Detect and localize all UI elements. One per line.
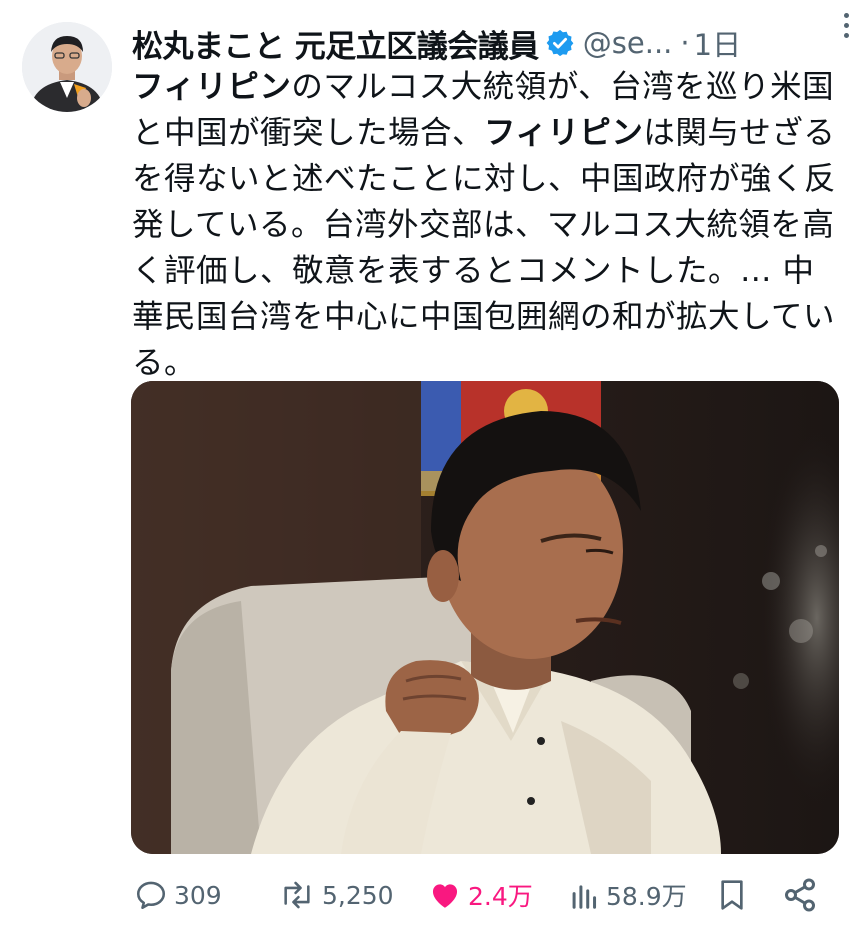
tweet-text-bold: フィリピン [132,69,292,105]
reply-button[interactable]: 309 [134,870,222,920]
avatar[interactable] [22,22,112,112]
tweet-text-bold: フィリピン [484,115,644,151]
share-button[interactable] [782,870,818,920]
views-button[interactable]: 58.9万 [570,870,687,920]
photo-of-man-in-chair [131,381,839,854]
bookmark-icon [716,877,748,913]
tweet[interactable]: 松丸まこと 元足立区議会議員 @se... · 1日 フィリピンのマルコス大統領… [0,0,864,927]
separator-dot: · [680,26,690,60]
display-name[interactable]: 松丸まこと 元足立区議会議員 [132,21,539,66]
share-icon [782,877,818,913]
user-handle[interactable]: @se... [583,26,673,60]
bookmark-button[interactable] [716,870,748,920]
like-button[interactable]: 2.4万 [428,870,533,920]
retweet-button[interactable]: 5,250 [278,870,394,920]
avatar-photo [22,22,112,112]
like-count: 2.4万 [468,882,533,911]
more-options-icon[interactable] [834,10,858,40]
tweet-text-segment: は関与せざるを得ないと述べたことに対し、中国政府が強く反発している。台湾外交部は… [132,115,837,381]
reply-count: 309 [174,880,222,910]
retweet-icon [278,878,316,912]
reply-icon [134,878,168,912]
timestamp[interactable]: 1日 [694,22,741,64]
views-count: 58.9万 [606,882,687,911]
tweet-image[interactable] [131,381,839,854]
verified-badge-icon [546,29,574,57]
retweet-count: 5,250 [322,880,394,910]
views-icon [570,878,600,912]
tweet-header: 松丸まこと 元足立区議会議員 @se... · 1日 [132,18,844,68]
tweet-actions: 309 5,250 2.4万 58.9万 [132,870,832,920]
tweet-text: フィリピンのマルコス大統領が、台湾を巡り米国と中国が衝突した場合、フィリピンは関… [132,64,844,386]
heart-icon [428,878,462,912]
